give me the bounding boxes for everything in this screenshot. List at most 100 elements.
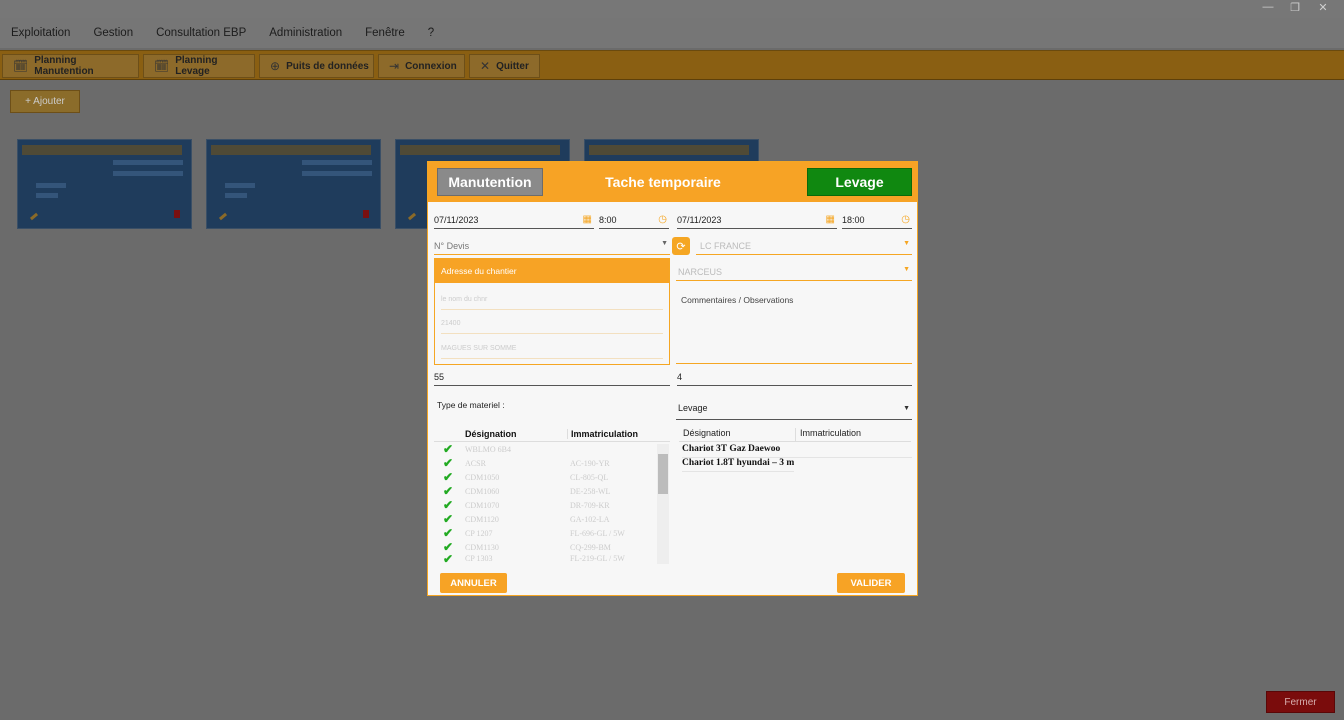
- check-icon[interactable]: ✔: [434, 512, 462, 526]
- menu-administration[interactable]: Administration: [269, 27, 342, 39]
- chevron-down-icon: ▼: [903, 405, 910, 412]
- valider-button[interactable]: VALIDER: [837, 573, 905, 593]
- right-number-field[interactable]: 4: [677, 368, 912, 386]
- type-materiel-label: Type de materiel :: [437, 400, 505, 410]
- edit-icon[interactable]: [29, 212, 39, 221]
- check-icon[interactable]: ✔: [434, 526, 462, 540]
- designation-cell: CP 1207: [465, 528, 493, 538]
- menu-fenetre[interactable]: Fenêtre: [365, 27, 405, 39]
- levage-button[interactable]: Levage: [807, 168, 912, 196]
- address-panel: Adresse du chantier le nom du chnr 21400…: [434, 258, 670, 365]
- selected-row[interactable]: Chariot 1.8T hyundai – 3 m: [682, 458, 794, 472]
- quitter-button[interactable]: ✕ Quitter: [469, 54, 540, 78]
- table-scrollbar[interactable]: [657, 444, 669, 564]
- table-header: Désignation Immatriculation: [434, 426, 670, 442]
- check-icon[interactable]: ✔: [434, 484, 462, 498]
- planning-levage-button[interactable]: 🗓 Planning Levage: [143, 54, 255, 78]
- table-row[interactable]: ✔ CDM1060 DE-258-WL: [434, 484, 670, 498]
- fermer-button[interactable]: Fermer: [1266, 691, 1335, 713]
- edit-icon[interactable]: [407, 212, 417, 221]
- table-row[interactable]: ✔ CDM1130 CQ-299-BM: [434, 540, 670, 554]
- start-date-field[interactable]: 07/11/2023 ▦: [434, 211, 594, 229]
- clock-icon[interactable]: ◷: [901, 214, 910, 225]
- table-row[interactable]: ✔ ACSR AC-190-YR: [434, 456, 670, 470]
- refresh-button[interactable]: ⟳: [672, 237, 690, 255]
- calendar-icon[interactable]: ▦: [583, 214, 592, 225]
- end-date-field[interactable]: 07/11/2023 ▦: [677, 211, 837, 229]
- clock-icon[interactable]: ◷: [658, 214, 667, 225]
- menu-gestion[interactable]: Gestion: [93, 27, 133, 39]
- add-button[interactable]: + Ajouter: [10, 90, 80, 113]
- planning-card[interactable]: [584, 139, 759, 163]
- check-icon[interactable]: ✔: [434, 540, 462, 554]
- toolbar-label: Puits de données: [286, 60, 369, 72]
- menu-consultation-ebp[interactable]: Consultation EBP: [156, 27, 246, 39]
- address-line[interactable]: MAGUES SUR SOMME: [441, 345, 663, 359]
- type-materiel-select[interactable]: Levage ▼: [676, 396, 912, 420]
- header-cell[interactable]: Immatriculation: [796, 428, 911, 441]
- toolbar-label: Planning Levage: [175, 55, 218, 77]
- menu-bar: Exploitation Gestion Consultation EBP Ad…: [0, 18, 1344, 48]
- check-icon[interactable]: ✔: [434, 498, 462, 512]
- close-window-icon[interactable]: ✕: [1313, 1, 1333, 14]
- planning-manutention-button[interactable]: 🗓 Planning Manutention: [2, 54, 139, 78]
- table-row[interactable]: ✔ CP 1303 FL-219-GL / 5W: [434, 554, 670, 563]
- annuler-button[interactable]: ANNULER: [440, 573, 507, 593]
- delete-icon[interactable]: [363, 210, 369, 218]
- left-number-value: 55: [434, 371, 445, 382]
- immat-cell: FL-696-GL / 5W: [570, 528, 625, 538]
- restore-icon[interactable]: ❐: [1285, 1, 1305, 14]
- table-row[interactable]: ✔ CDM1070 DR-709-KR: [434, 498, 670, 512]
- header-cell[interactable]: Désignation: [462, 429, 567, 439]
- card-text: [225, 193, 247, 198]
- table-row[interactable]: ✔ CP 1207 FL-696-GL / 5W: [434, 526, 670, 540]
- check-icon[interactable]: ✔: [434, 456, 462, 470]
- table-row[interactable]: ✔ CDM1050 CL-805-QL: [434, 470, 670, 484]
- check-icon[interactable]: ✔: [434, 442, 462, 456]
- table-row[interactable]: ✔ CDM1120 GA-102-LA: [434, 512, 670, 526]
- minimize-icon[interactable]: —: [1258, 1, 1278, 13]
- contact-select[interactable]: NARCEUS ▼: [676, 263, 912, 281]
- scrollbar-thumb[interactable]: [658, 454, 668, 494]
- check-icon[interactable]: ✔: [434, 554, 462, 563]
- header-cell[interactable]: Désignation: [679, 428, 796, 441]
- chevron-down-icon: ▼: [661, 240, 668, 247]
- card-text: [113, 171, 183, 176]
- globe-icon: ⊕: [270, 59, 281, 73]
- chevron-down-icon: ▼: [903, 240, 910, 247]
- devis-placeholder: N° Devis: [434, 240, 470, 251]
- planning-card[interactable]: [206, 139, 381, 229]
- menu-exploitation[interactable]: Exploitation: [11, 27, 70, 39]
- selected-materiel-table-header: Désignation Immatriculation: [679, 428, 911, 442]
- header-cell[interactable]: Immatriculation: [567, 428, 662, 439]
- menu-help[interactable]: ?: [428, 27, 434, 39]
- planning-card[interactable]: [17, 139, 192, 229]
- connexion-button[interactable]: ⇥ Connexion: [378, 54, 465, 78]
- delete-icon[interactable]: [174, 210, 180, 218]
- toolbar-label: Planning Manutention: [34, 55, 94, 77]
- puits-de-donnees-button[interactable]: ⊕ Puits de données: [259, 54, 374, 78]
- devis-select[interactable]: N° Devis ▼: [434, 237, 670, 255]
- client-value: LC FRANCE: [700, 240, 752, 251]
- address-line[interactable]: le nom du chnr: [441, 296, 663, 310]
- card-header: [211, 145, 371, 155]
- card-text: [302, 171, 372, 176]
- start-time-field[interactable]: 8:00 ◷: [599, 211, 669, 229]
- login-icon: ⇥: [389, 59, 400, 73]
- left-number-field[interactable]: 55: [434, 368, 670, 386]
- designation-cell: CDM1070: [465, 500, 500, 510]
- comments-field[interactable]: Commentaires / Observations: [676, 288, 912, 364]
- check-icon[interactable]: ✔: [434, 470, 462, 484]
- designation-cell: CDM1130: [465, 542, 499, 552]
- manutention-button[interactable]: Manutention: [437, 168, 543, 196]
- immat-cell: GA-102-LA: [570, 514, 610, 524]
- end-time-field[interactable]: 18:00 ◷: [842, 211, 912, 229]
- client-select[interactable]: LC FRANCE ▼: [696, 237, 912, 255]
- calendar-icon[interactable]: ▦: [826, 214, 835, 225]
- selected-row[interactable]: Chariot 3T Gaz Daewoo: [682, 444, 912, 458]
- table-row[interactable]: ✔ WBLMO 6B4: [434, 442, 670, 456]
- refresh-icon: ⟳: [676, 240, 686, 253]
- address-line[interactable]: 21400: [441, 320, 663, 334]
- edit-icon[interactable]: [218, 212, 228, 221]
- dialog-title: Tache temporaire: [605, 174, 721, 190]
